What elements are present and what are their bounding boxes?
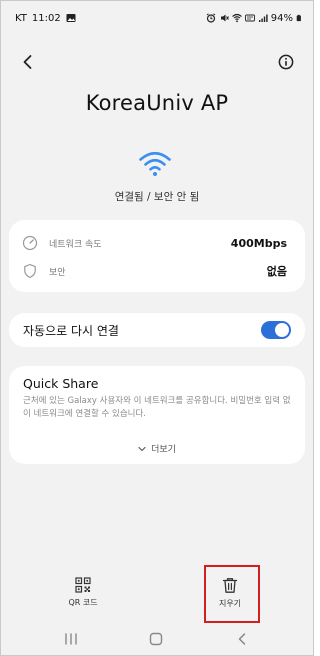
volte-icon: [244, 14, 255, 22]
home-button[interactable]: [146, 629, 166, 649]
home-icon: [149, 632, 163, 646]
wifi-icon: [231, 13, 242, 23]
recents-button[interactable]: [61, 629, 81, 649]
network-speed-label: 네트워크 속도: [49, 239, 102, 250]
security-label: 보안: [49, 267, 66, 278]
toggle-knob: [275, 323, 289, 337]
quick-share-description: 근처에 있는 Galaxy 사용자와 이 네트워크를 공유합니다. 비밀번호 입…: [23, 396, 291, 419]
auto-reconnect-toggle[interactable]: [261, 321, 291, 339]
signal-icon: [258, 14, 268, 22]
shield-icon: [21, 262, 39, 280]
status-right: 94%: [206, 13, 303, 24]
delete-button[interactable]: 지우기: [200, 577, 260, 621]
connection-status: 연결됨 / 보안 안 됨: [114, 191, 200, 203]
time-label: 11:02: [31, 12, 61, 24]
network-speed-value: 400Mbps: [230, 236, 287, 250]
back-icon: [238, 633, 246, 645]
more-button[interactable]: 더보기: [9, 442, 305, 455]
screen-frame: KT 11:02 94% KoreaUniv AP 연결됨 / 보안 안 됨 네…: [0, 0, 314, 656]
network-info-card: 네트워크 속도 400Mbps 보안 없음: [9, 220, 305, 292]
mute-icon: [220, 14, 229, 22]
status-bar: KT 11:02 94%: [1, 1, 313, 35]
network-name: KoreaUniv AP: [85, 91, 229, 115]
info-icon: [278, 54, 294, 70]
wifi-status-badge: [131, 143, 179, 183]
status-left: KT 11:02: [15, 13, 76, 24]
gallery-icon: [66, 14, 76, 22]
chevron-left-icon: [23, 55, 32, 69]
more-label: 더보기: [151, 445, 176, 455]
auto-reconnect-label: 자동으로 다시 연결: [23, 324, 119, 338]
recents-icon: [65, 633, 77, 645]
trash-icon: [222, 578, 238, 593]
back-button[interactable]: [17, 51, 39, 73]
wifi-icon: [139, 151, 171, 176]
carrier-label: KT: [15, 12, 27, 24]
battery-percent: 94%: [270, 12, 293, 24]
qr-code-button[interactable]: QR 코드: [53, 577, 113, 621]
battery-icon: [296, 14, 301, 22]
system-navigation-bar: [1, 623, 313, 653]
alarm-icon: [206, 13, 216, 23]
qr-code-label: QR 코드: [68, 598, 98, 607]
gauge-icon: [21, 234, 39, 252]
quick-share-title[interactable]: Quick Share: [23, 376, 98, 391]
security-row: 보안 없음: [9, 256, 305, 286]
security-value: 없음: [266, 265, 287, 278]
qr-code-icon: [75, 577, 91, 593]
auto-reconnect-card[interactable]: 자동으로 다시 연결: [9, 313, 305, 347]
info-button[interactable]: [275, 51, 297, 73]
top-navigation: [1, 47, 313, 77]
network-speed-row: 네트워크 속도 400Mbps: [9, 228, 305, 258]
delete-label: 지우기: [218, 599, 242, 608]
chevron-down-icon: [138, 446, 146, 451]
system-back-button[interactable]: [232, 629, 252, 649]
